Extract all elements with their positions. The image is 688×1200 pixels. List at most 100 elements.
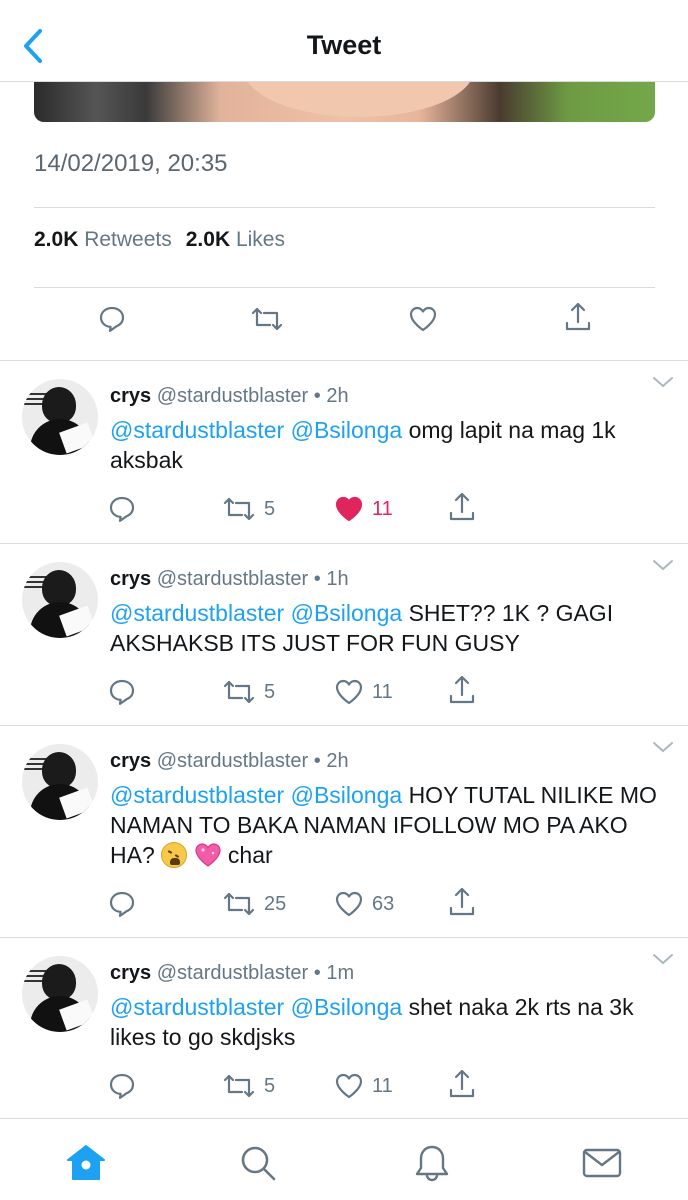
- likes-count: 2.0K: [185, 228, 231, 251]
- navigation-bar: Tweet: [0, 0, 688, 82]
- share-button[interactable]: [448, 674, 476, 706]
- share-icon: [449, 887, 475, 916]
- share-icon: [449, 675, 475, 704]
- like-button[interactable]: 11: [334, 678, 393, 706]
- retweets-stat[interactable]: 2.0K Retweets: [34, 228, 172, 252]
- like-count: 63: [372, 892, 395, 915]
- retweets-label: Retweets: [84, 228, 172, 251]
- reply-time: 2h: [326, 750, 349, 772]
- reply-button[interactable]: [108, 495, 136, 523]
- retweet-icon: [223, 1074, 255, 1098]
- author-name[interactable]: crys: [110, 568, 151, 590]
- heart-icon: [335, 1073, 363, 1099]
- mention-link[interactable]: @stardustblaster: [110, 994, 284, 1020]
- reply-icon: [109, 679, 135, 705]
- share-button[interactable]: [564, 301, 592, 333]
- reply-time: 1m: [326, 962, 355, 984]
- reply-button[interactable]: [108, 890, 136, 918]
- share-button[interactable]: [448, 491, 476, 523]
- mention-link[interactable]: @Bsilonga: [291, 994, 403, 1020]
- separator-dot: •: [313, 750, 321, 772]
- reply-icon: [99, 306, 125, 332]
- chevron-down-icon[interactable]: [652, 558, 674, 572]
- heart-icon: [409, 306, 437, 332]
- sparkling-heart-emoji: [194, 843, 221, 867]
- divider: [34, 207, 655, 208]
- retweet-button[interactable]: 5: [222, 678, 275, 706]
- author-handle: @stardustblaster: [156, 750, 309, 772]
- chevron-down-icon[interactable]: [652, 740, 674, 754]
- like-button[interactable]: [408, 305, 438, 333]
- mention-link[interactable]: @stardustblaster: [110, 782, 284, 808]
- mention-link[interactable]: @Bsilonga: [291, 417, 403, 443]
- retweet-button[interactable]: [250, 305, 284, 333]
- mention-link[interactable]: @Bsilonga: [291, 782, 403, 808]
- likes-stat[interactable]: 2.0K Likes: [186, 228, 285, 252]
- retweet-button[interactable]: 25: [222, 890, 286, 918]
- like-button[interactable]: 11: [334, 1072, 393, 1100]
- avatar[interactable]: [22, 744, 98, 820]
- heart-filled-icon: [335, 496, 363, 522]
- reply-button[interactable]: [108, 1072, 136, 1100]
- author-name[interactable]: crys: [110, 962, 151, 984]
- tweet-timestamp: 14/02/2019, 20:35: [34, 150, 228, 177]
- retweet-button[interactable]: 5: [222, 1072, 275, 1100]
- reply-icon: [109, 1073, 135, 1099]
- reply-header: crys @stardustblaster • 1m: [110, 962, 354, 985]
- reply-time: 1h: [326, 568, 349, 590]
- tab-search[interactable]: [236, 1141, 280, 1185]
- separator-dot: •: [313, 962, 321, 984]
- separator-dot: •: [313, 568, 321, 590]
- retweet-count: 5: [264, 680, 276, 703]
- share-button[interactable]: [448, 886, 476, 918]
- chevron-down-icon[interactable]: [652, 952, 674, 966]
- tweet-photo[interactable]: [34, 82, 655, 122]
- avatar[interactable]: [22, 379, 98, 455]
- share-button[interactable]: [448, 1068, 476, 1100]
- notifications-icon: [415, 1145, 449, 1182]
- reply-tweet[interactable]: crys @stardustblaster • 2h @stardustblas…: [0, 361, 688, 543]
- reply-text: @stardustblaster @Bsilonga HOY TUTAL NIL…: [110, 780, 670, 870]
- reply-text: @stardustblaster @Bsilonga SHET?? 1K ? G…: [110, 598, 670, 658]
- mention-link[interactable]: @Bsilonga: [291, 600, 403, 626]
- tab-home[interactable]: [64, 1141, 108, 1185]
- like-button[interactable]: 63: [334, 890, 394, 918]
- reply-button[interactable]: [108, 678, 136, 706]
- reply-button[interactable]: [98, 305, 126, 333]
- retweet-icon: [223, 892, 255, 916]
- tab-messages[interactable]: [580, 1141, 624, 1185]
- like-count: 11: [372, 497, 393, 520]
- search-icon: [241, 1146, 276, 1181]
- tired-face-emoji: [161, 842, 188, 868]
- reply-icon: [109, 891, 135, 917]
- author-name[interactable]: crys: [110, 750, 151, 772]
- author-name[interactable]: crys: [110, 385, 151, 407]
- mention-link[interactable]: @stardustblaster: [110, 417, 284, 443]
- likes-label: Likes: [235, 228, 285, 251]
- reply-header: crys @stardustblaster • 2h: [110, 385, 349, 408]
- reply-tweet[interactable]: crys @stardustblaster • 1m @stardustblas…: [0, 938, 688, 1118]
- reply-tweet[interactable]: crys @stardustblaster • 1h @stardustblas…: [0, 544, 688, 725]
- avatar[interactable]: [22, 562, 98, 638]
- like-count: 11: [372, 1074, 393, 1097]
- reply-tweet[interactable]: crys @stardustblaster • 2h @stardustblas…: [0, 726, 688, 937]
- retweets-count: 2.0K: [34, 228, 79, 251]
- retweet-icon: [223, 680, 255, 704]
- mention-link[interactable]: @stardustblaster: [110, 600, 284, 626]
- reply-header: crys @stardustblaster • 2h: [110, 750, 349, 773]
- chevron-down-icon[interactable]: [652, 375, 674, 389]
- separator-dot: •: [313, 385, 321, 407]
- retweet-count: 5: [264, 497, 276, 520]
- home-icon: [67, 1145, 105, 1180]
- reply-text: @stardustblaster @Bsilonga shet naka 2k …: [110, 992, 670, 1052]
- author-handle: @stardustblaster: [156, 962, 309, 984]
- tab-notifications[interactable]: [410, 1141, 454, 1185]
- reply-text: @stardustblaster @Bsilonga omg lapit na …: [110, 415, 670, 475]
- retweet-button[interactable]: 5: [222, 495, 275, 523]
- like-button[interactable]: 11: [334, 495, 393, 523]
- avatar[interactable]: [22, 956, 98, 1032]
- messages-icon: [582, 1148, 622, 1178]
- tweet-stats: 2.0K Retweets 2.0K Likes: [34, 228, 285, 252]
- page-title: Tweet: [306, 30, 382, 60]
- retweet-icon: [251, 307, 283, 331]
